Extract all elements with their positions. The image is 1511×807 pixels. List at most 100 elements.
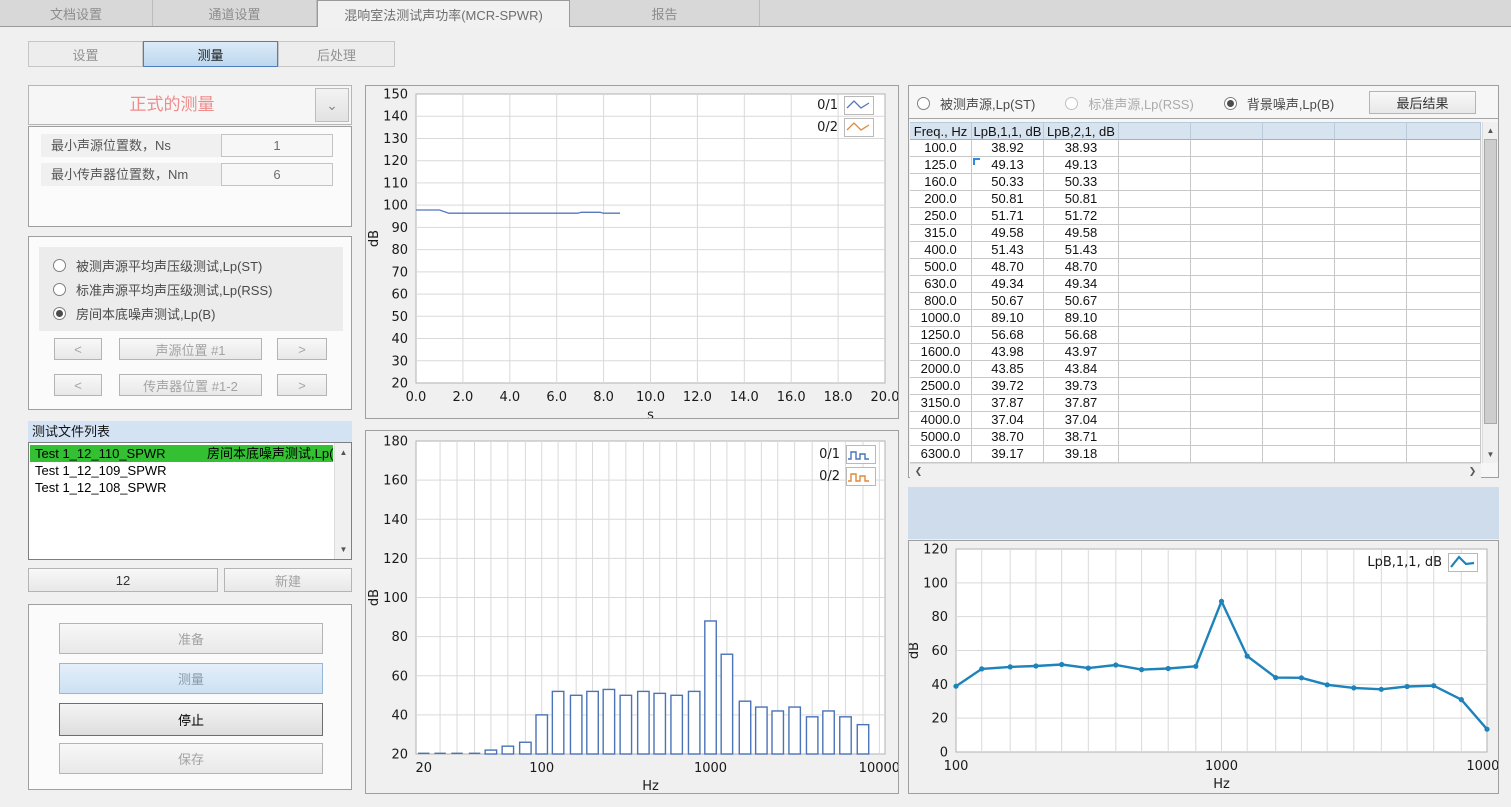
table-cell[interactable]: 43.85 (972, 361, 1044, 378)
table-cell[interactable] (1263, 259, 1335, 276)
table-cell[interactable] (1119, 259, 1191, 276)
table-cell[interactable] (1119, 276, 1191, 293)
table-cell[interactable] (1407, 293, 1481, 310)
table-cell[interactable] (1335, 242, 1407, 259)
table-cell[interactable] (1407, 259, 1481, 276)
radio-button-icon[interactable] (917, 97, 930, 110)
table-cell[interactable] (1119, 191, 1191, 208)
table-cell[interactable]: 43.84 (1044, 361, 1119, 378)
table-cell[interactable]: 37.87 (1044, 395, 1119, 412)
table-cell[interactable]: 630.0 (910, 276, 972, 293)
radio-option[interactable]: 房间本底噪声测试,Lp(B) (53, 301, 343, 325)
table-cell[interactable] (1407, 191, 1481, 208)
subtab-postprocess[interactable]: 后处理 (278, 41, 395, 67)
radio-button-icon[interactable] (1065, 97, 1078, 110)
table-cell[interactable] (1407, 327, 1481, 344)
table-cell[interactable]: 50.81 (972, 191, 1044, 208)
table-cell[interactable]: 51.43 (1044, 242, 1119, 259)
table-header-cell[interactable] (1191, 122, 1263, 140)
table-cell[interactable] (1191, 293, 1263, 310)
radio-option[interactable]: 标准声源平均声压级测试,Lp(RSS) (53, 277, 343, 301)
table-cell[interactable] (1119, 157, 1191, 174)
table-header-cell[interactable]: LpB,2,1, dB (1044, 122, 1119, 140)
table-cell[interactable]: 250.0 (910, 208, 972, 225)
table-cell[interactable] (1263, 429, 1335, 446)
file-list-item[interactable]: Test 1_12_108_SPWR (30, 479, 333, 496)
radio-option[interactable]: 被测声源,Lp(ST) (917, 91, 1035, 115)
scroll-left-icon[interactable]: ❮ (911, 464, 926, 479)
table-cell[interactable]: 200.0 (910, 191, 972, 208)
file-list-item[interactable]: Test 1_12_110_SPWR房间本底噪声测试,Lp(B) (30, 445, 333, 462)
table-cell[interactable]: 51.72 (1044, 208, 1119, 225)
table-row[interactable]: 6300.039.1739.18 (910, 446, 1481, 463)
table-cell[interactable] (1191, 174, 1263, 191)
table-cell[interactable]: 6300.0 (910, 446, 972, 463)
table-cell[interactable] (1263, 412, 1335, 429)
table-cell[interactable] (1335, 361, 1407, 378)
file-list-scrollbar[interactable]: ▲ ▼ (334, 443, 351, 559)
table-cell[interactable] (1263, 344, 1335, 361)
table-cell[interactable] (1119, 174, 1191, 191)
table-cell[interactable] (1335, 140, 1407, 157)
table-cell[interactable] (1191, 157, 1263, 174)
last-result-button[interactable]: 最后结果 (1369, 91, 1476, 114)
table-cell[interactable] (1263, 157, 1335, 174)
source-position-next-button[interactable]: > (277, 338, 327, 360)
tab-report[interactable]: 报告 (570, 0, 760, 26)
table-cell[interactable] (1191, 344, 1263, 361)
new-file-button[interactable]: 新建 (224, 568, 352, 592)
table-row[interactable]: 250.051.7151.72 (910, 208, 1481, 225)
table-header-cell[interactable]: LpB,1,1, dB (972, 122, 1044, 140)
table-row[interactable]: 4000.037.0437.04 (910, 412, 1481, 429)
table-cell[interactable]: 38.92 (972, 140, 1044, 157)
table-cell[interactable] (1335, 378, 1407, 395)
scroll-down-icon[interactable]: ▼ (1483, 447, 1498, 462)
table-cell[interactable] (1263, 327, 1335, 344)
table-cell[interactable] (1407, 412, 1481, 429)
table-cell[interactable] (1335, 395, 1407, 412)
table-cell[interactable] (1263, 276, 1335, 293)
table-cell[interactable]: 3150.0 (910, 395, 972, 412)
table-cell[interactable]: 50.67 (972, 293, 1044, 310)
table-cell[interactable] (1191, 327, 1263, 344)
source-position-button[interactable]: 声源位置 #1 (119, 338, 262, 360)
table-cell[interactable] (1191, 310, 1263, 327)
measure-button[interactable]: 测量 (59, 663, 323, 694)
table-cell[interactable] (1119, 293, 1191, 310)
table-row[interactable]: 630.049.3449.34 (910, 276, 1481, 293)
table-header-cell[interactable]: Freq., Hz (910, 122, 972, 140)
table-cell[interactable] (1263, 310, 1335, 327)
table-cell[interactable] (1335, 412, 1407, 429)
table-cell[interactable] (1119, 395, 1191, 412)
table-cell[interactable] (1407, 429, 1481, 446)
table-cell[interactable]: 50.33 (1044, 174, 1119, 191)
table-row[interactable]: 315.049.5849.58 (910, 225, 1481, 242)
table-row[interactable]: 2000.043.8543.84 (910, 361, 1481, 378)
table-cell[interactable]: 38.70 (972, 429, 1044, 446)
table-cell[interactable] (1407, 310, 1481, 327)
table-cell[interactable]: 37.04 (972, 412, 1044, 429)
legend-item[interactable]: 0/1 (817, 96, 874, 115)
table-cell[interactable] (1335, 293, 1407, 310)
table-cell[interactable] (1407, 344, 1481, 361)
table-cell[interactable]: 49.34 (972, 276, 1044, 293)
table-cell[interactable] (1191, 412, 1263, 429)
radio-option[interactable]: 被测声源平均声压级测试,Lp(ST) (53, 253, 343, 277)
table-cell[interactable]: 38.93 (1044, 140, 1119, 157)
table-row[interactable]: 1600.043.9843.97 (910, 344, 1481, 361)
table-cell[interactable]: 50.33 (972, 174, 1044, 191)
table-cell[interactable]: 38.71 (1044, 429, 1119, 446)
legend-item[interactable]: 0/2 (819, 467, 876, 486)
table-cell[interactable] (1335, 191, 1407, 208)
table-cell[interactable] (1263, 361, 1335, 378)
tab-mcr-spwr[interactable]: 混响室法测试声功率(MCR-SPWR) (317, 0, 570, 27)
legend-item[interactable]: LpB,1,1, dB (1367, 553, 1478, 572)
table-cell[interactable] (1191, 191, 1263, 208)
table-cell[interactable]: 125.0 (910, 157, 972, 174)
legend-item[interactable]: 0/1 (819, 445, 876, 464)
table-cell[interactable] (1407, 446, 1481, 463)
table-vscrollbar[interactable]: ▲ ▼ (1482, 122, 1498, 463)
table-row[interactable]: 2500.039.7239.73 (910, 378, 1481, 395)
table-cell[interactable]: 1250.0 (910, 327, 972, 344)
scroll-right-icon[interactable]: ❯ (1465, 464, 1480, 479)
